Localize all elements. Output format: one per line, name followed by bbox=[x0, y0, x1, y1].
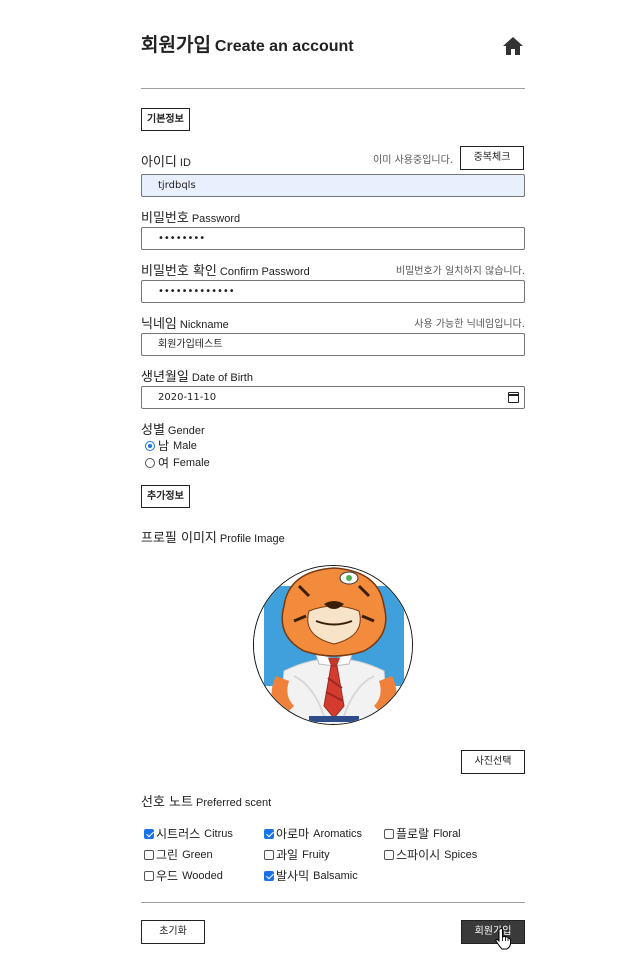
citrus-checkbox[interactable] bbox=[144, 828, 154, 839]
spices-checkbox[interactable] bbox=[384, 849, 394, 860]
aromatics-checkbox[interactable] bbox=[264, 828, 274, 839]
spices-label-en: Spices bbox=[444, 848, 478, 861]
green-label-ko: 그린 bbox=[156, 848, 179, 862]
balsamic-checkbox[interactable] bbox=[264, 870, 274, 881]
basic-info-button[interactable]: 기본정보 bbox=[141, 108, 190, 131]
floral-label-ko: 플로랄 bbox=[396, 827, 430, 841]
password-label-ko: 비밀번호 bbox=[141, 211, 189, 226]
signup-form: 회원가입 Create an account 기본정보 아이디 ID 이미 사용중입… bbox=[141, 0, 525, 958]
wooded-label-en: Wooded bbox=[182, 869, 223, 882]
scent-option-aromatics[interactable]: 아로마 Aromatics bbox=[264, 825, 362, 842]
floral-label-en: Floral bbox=[433, 827, 461, 840]
profile-label-ko: 프로필 이미지 bbox=[141, 531, 217, 546]
citrus-label-ko: 시트러스 bbox=[156, 827, 201, 841]
id-label-ko: 아이디 bbox=[141, 155, 177, 170]
password-label-en: Password bbox=[191, 213, 241, 225]
hand-cursor-icon bbox=[495, 928, 511, 950]
birth-label-en: Date of Birth bbox=[191, 372, 253, 384]
id-status-message: 이미 사용중입니다. bbox=[373, 155, 453, 166]
female-label-ko: 여 bbox=[158, 456, 170, 470]
aromatics-label-en: Aromatics bbox=[313, 827, 363, 840]
wooded-checkbox[interactable] bbox=[144, 870, 154, 881]
footer-divider bbox=[141, 902, 525, 903]
scent-label-ko: 선호 노트 bbox=[141, 795, 193, 810]
submit-button[interactable]: 회원가입 bbox=[461, 920, 525, 944]
gender-label-ko: 성별 bbox=[141, 423, 165, 438]
profile-image-label: 프로필 이미지 Profile Image bbox=[141, 527, 285, 546]
profile-image-preview bbox=[253, 565, 413, 725]
balsamic-label-ko: 발사믹 bbox=[276, 869, 310, 883]
balsamic-label-en: Balsamic bbox=[313, 869, 358, 882]
scent-option-floral[interactable]: 플로랄 Floral bbox=[384, 825, 461, 842]
gender-label-en: Gender bbox=[167, 425, 205, 437]
divider bbox=[141, 88, 525, 89]
confirm-label-ko: 비밀번호 확인 bbox=[141, 264, 217, 279]
confirm-password-input[interactable]: ••••••••••••• bbox=[141, 280, 525, 303]
confirm-status-message: 비밀번호가 일치하지 않습니다. bbox=[395, 266, 525, 277]
select-photo-button[interactable]: 사진선택 bbox=[461, 750, 525, 774]
fruity-checkbox[interactable] bbox=[264, 849, 274, 860]
scent-option-citrus[interactable]: 시트러스 Citrus bbox=[144, 825, 233, 842]
birth-label-ko: 생년월일 bbox=[141, 370, 189, 385]
citrus-label-en: Citrus bbox=[204, 827, 233, 840]
home-icon[interactable] bbox=[502, 36, 524, 56]
floral-checkbox[interactable] bbox=[384, 828, 394, 839]
scent-option-wooded[interactable]: 우드 Wooded bbox=[144, 867, 223, 884]
scent-option-spices[interactable]: 스파이시 Spices bbox=[384, 846, 477, 863]
green-label-en: Green bbox=[182, 848, 213, 861]
tiger-avatar-illustration bbox=[254, 566, 412, 724]
scent-option-fruity[interactable]: 과일 Fruity bbox=[264, 846, 330, 863]
gender-option-female[interactable]: 여 Female bbox=[145, 454, 210, 471]
gender-label: 성별 Gender bbox=[141, 419, 205, 438]
male-radio[interactable] bbox=[145, 440, 155, 451]
title-korean: 회원가입 bbox=[141, 34, 211, 56]
aromatics-label-ko: 아로마 bbox=[276, 827, 310, 841]
calendar-icon[interactable] bbox=[508, 392, 519, 403]
nickname-label-ko: 닉네임 bbox=[141, 317, 177, 332]
birth-date-input[interactable]: 2020-11-10 bbox=[141, 386, 525, 409]
duplicate-check-button[interactable]: 중복체크 bbox=[460, 146, 524, 170]
scent-option-green[interactable]: 그린 Green bbox=[144, 846, 213, 863]
nickname-status-message: 사용 가능한 닉네임입니다. bbox=[414, 319, 525, 330]
confirm-label-en: Confirm Password bbox=[219, 266, 310, 278]
nickname-label-en: Nickname bbox=[179, 319, 229, 331]
preferred-scent-label: 선호 노트 Preferred scent bbox=[141, 791, 271, 810]
password-label: 비밀번호 Password bbox=[141, 207, 240, 226]
nickname-label: 닉네임 Nickname bbox=[141, 313, 229, 332]
nickname-input[interactable]: 회원가입테스트 bbox=[141, 333, 525, 356]
profile-label-en: Profile Image bbox=[219, 533, 285, 545]
male-label-en: Male bbox=[173, 439, 197, 452]
extra-info-button[interactable]: 추가정보 bbox=[141, 485, 190, 508]
id-input[interactable]: tjrdbqls bbox=[141, 174, 525, 197]
id-label: 아이디 ID bbox=[141, 151, 191, 170]
id-label-en: ID bbox=[179, 157, 191, 169]
password-input[interactable]: •••••••• bbox=[141, 227, 525, 250]
reset-button[interactable]: 초기화 bbox=[141, 920, 205, 944]
confirm-password-label: 비밀번호 확인 Confirm Password bbox=[141, 260, 310, 279]
page-title: 회원가입 Create an account bbox=[141, 30, 354, 57]
wooded-label-ko: 우드 bbox=[156, 869, 179, 883]
title-english: Create an account bbox=[214, 38, 354, 55]
female-label-en: Female bbox=[173, 456, 210, 469]
fruity-label-ko: 과일 bbox=[276, 848, 299, 862]
male-label-ko: 남 bbox=[158, 439, 170, 453]
green-checkbox[interactable] bbox=[144, 849, 154, 860]
fruity-label-en: Fruity bbox=[302, 848, 330, 861]
spices-label-ko: 스파이시 bbox=[396, 848, 441, 862]
birth-label: 생년월일 Date of Birth bbox=[141, 366, 253, 385]
female-radio[interactable] bbox=[145, 457, 155, 468]
scent-option-balsamic[interactable]: 발사믹 Balsamic bbox=[264, 867, 358, 884]
scent-label-en: Preferred scent bbox=[195, 797, 272, 809]
gender-option-male[interactable]: 남 Male bbox=[145, 437, 197, 454]
birth-date-value: 2020-11-10 bbox=[158, 392, 217, 403]
